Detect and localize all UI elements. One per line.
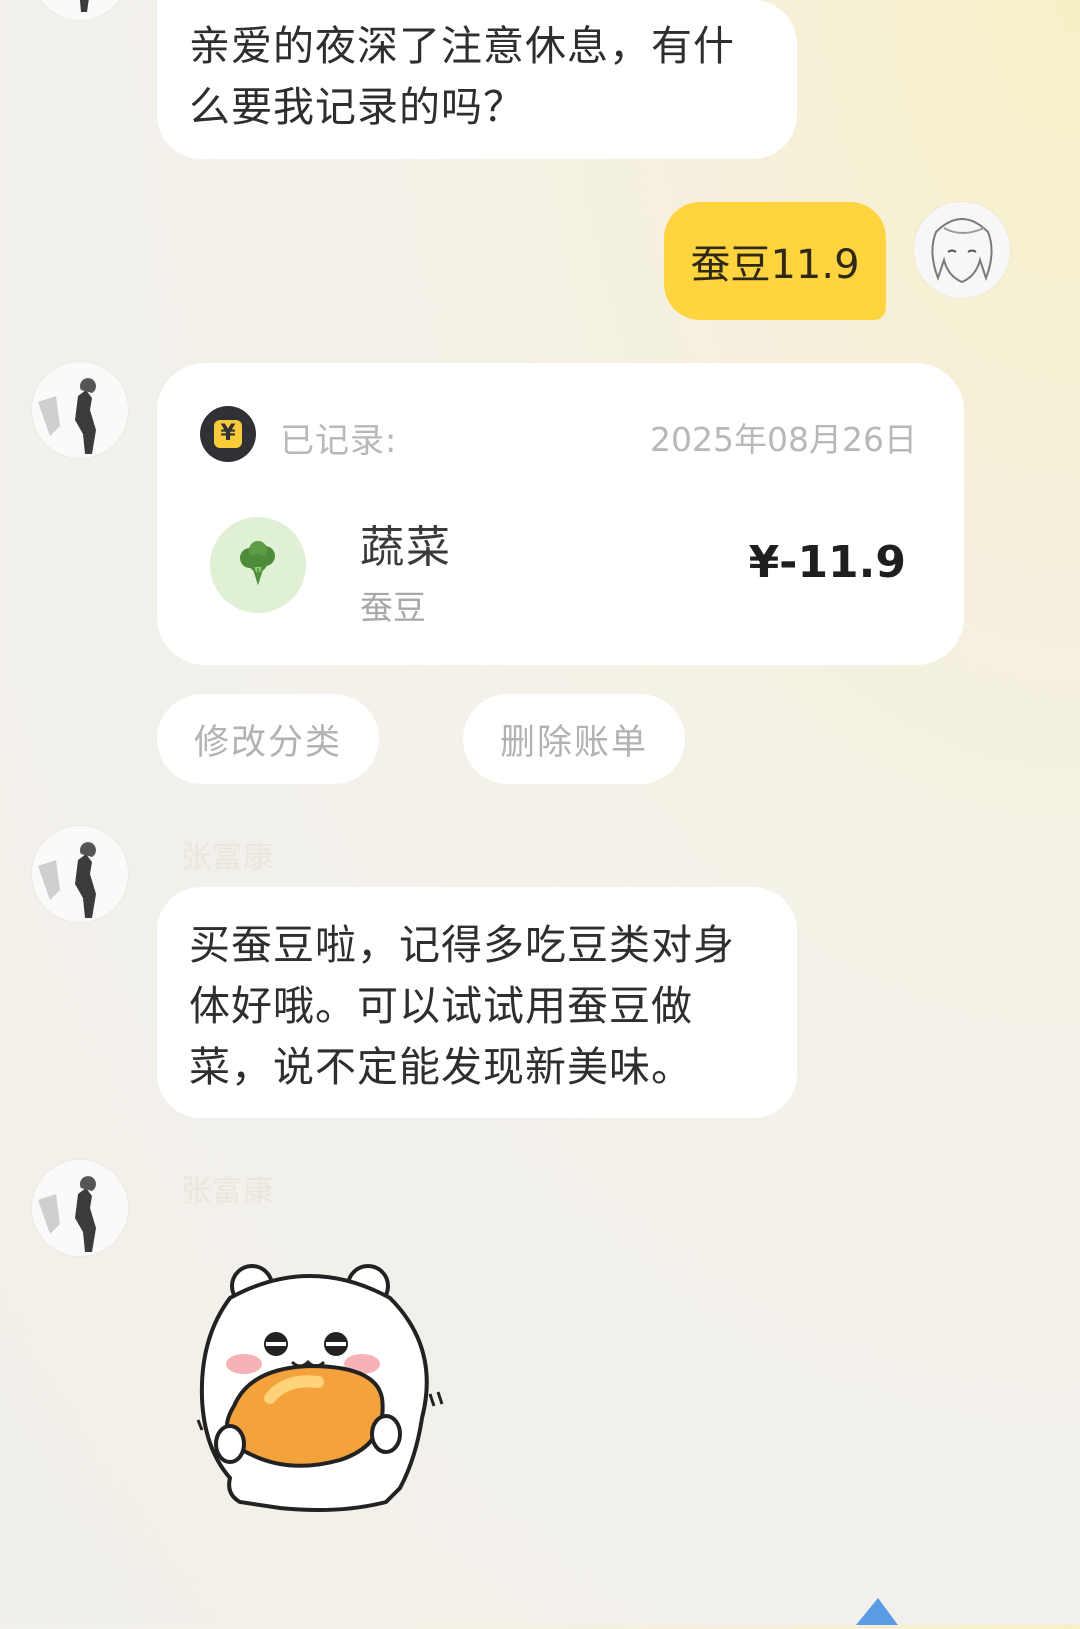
record-date: 2025年08月26日 xyxy=(650,420,917,459)
hamster-sticker[interactable] xyxy=(190,1258,450,1518)
sketch-figure-icon xyxy=(32,1160,128,1256)
edit-category-button[interactable]: 修改分类 xyxy=(157,694,379,784)
reply-text: 买蚕豆啦，记得多吃豆类对身体好哦。可以试试用蚕豆做菜，说不定能发现新美味。 xyxy=(189,921,735,1091)
greeting-bubble: 亲爱的夜深了注意休息，有什么要我记录的吗？ xyxy=(157,0,797,159)
record-amount: ¥-11.9 xyxy=(748,537,906,588)
anime-girl-sketch-icon xyxy=(914,202,1010,298)
bot-avatar[interactable] xyxy=(32,0,128,20)
record-card[interactable]: ¥ 已记录: 2025年08月26日 蔬菜 蚕豆 ¥-11.9 xyxy=(157,363,964,665)
sketch-figure-icon xyxy=(32,826,128,922)
sender-name: 张富康 xyxy=(181,1174,274,1209)
record-note: 蚕豆 xyxy=(360,588,426,627)
bot-avatar[interactable] xyxy=(32,826,128,922)
user-message-text: 蚕豆11.9 xyxy=(690,242,860,288)
sketch-figure-icon xyxy=(32,362,128,458)
bot-avatar[interactable] xyxy=(32,1160,128,1256)
delete-bill-button[interactable]: 删除账单 xyxy=(463,694,685,784)
delete-bill-label: 删除账单 xyxy=(499,722,648,763)
sender-name: 张富康 xyxy=(181,840,274,875)
yen-badge-icon: ¥ xyxy=(200,406,256,462)
edit-category-label: 修改分类 xyxy=(193,722,342,763)
hamster-eating-cookie-icon xyxy=(196,1264,444,1512)
recorded-label: 已记录: xyxy=(280,421,398,461)
category-icon xyxy=(210,517,306,613)
user-message-bubble[interactable]: 蚕豆11.9 xyxy=(664,202,886,320)
sketch-figure-icon xyxy=(32,0,128,20)
greeting-text: 亲爱的夜深了注意休息，有什么要我记录的吗？ xyxy=(189,22,735,131)
bot-avatar[interactable] xyxy=(32,362,128,458)
broccoli-icon xyxy=(240,541,275,586)
reply-bubble: 买蚕豆啦，记得多吃豆类对身体好哦。可以试试用蚕豆做菜，说不定能发现新美味。 xyxy=(157,887,797,1118)
category-name: 蔬菜 xyxy=(360,522,452,573)
user-avatar[interactable] xyxy=(914,202,1010,298)
scroll-indicator-icon[interactable] xyxy=(852,1594,902,1629)
